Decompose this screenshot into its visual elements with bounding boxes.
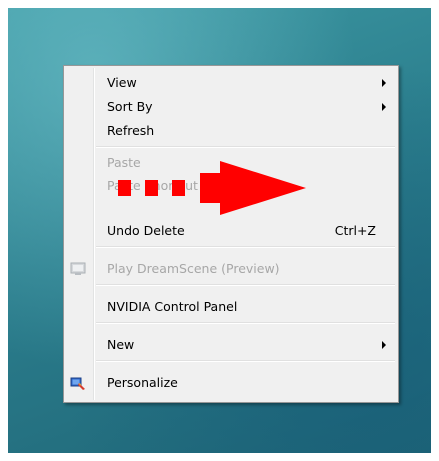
menu-item-new[interactable]: New [66, 334, 396, 356]
menu-item-label: NVIDIA Control Panel [107, 299, 238, 314]
menu-separator [96, 284, 395, 286]
menu-item-label: View [107, 75, 137, 90]
submenu-arrow-icon [382, 79, 386, 87]
menu-item-refresh[interactable]: Refresh [66, 120, 396, 142]
personalize-icon [70, 375, 86, 391]
menu-item-label: Personalize [107, 375, 178, 390]
menu-separator [96, 322, 395, 324]
submenu-arrow-icon [382, 341, 386, 349]
menu-item-personalize[interactable]: Personalize [66, 372, 396, 394]
menu-item-label: Refresh [107, 123, 155, 138]
menu-item-nvidia-control-panel[interactable]: NVIDIA Control Panel [66, 296, 396, 318]
menu-item-label: Undo Delete [107, 223, 185, 238]
menu-item-play-dreamscene[interactable]: Play DreamScene (Preview) [66, 258, 396, 280]
menu-item-label: Play DreamScene (Preview) [107, 261, 280, 276]
submenu-arrow-icon [382, 103, 386, 111]
menu-item-shortcut: Ctrl+Z [334, 223, 376, 238]
dreamscene-icon [70, 261, 86, 277]
menu-separator [96, 146, 395, 148]
menu-item-undo-delete[interactable]: Undo Delete Ctrl+Z [66, 220, 396, 242]
menu-item-view[interactable]: View [66, 72, 396, 94]
desktop-context-menu: View Sort By Refresh Paste Paste Shortcu… [63, 65, 399, 403]
menu-separator [96, 246, 395, 248]
menu-item-label: New [107, 337, 135, 352]
red-dashed-arrow-icon [118, 161, 306, 215]
menu-item-sort-by[interactable]: Sort By [66, 96, 396, 118]
menu-item-label: Sort By [107, 99, 153, 114]
menu-separator [96, 360, 395, 362]
